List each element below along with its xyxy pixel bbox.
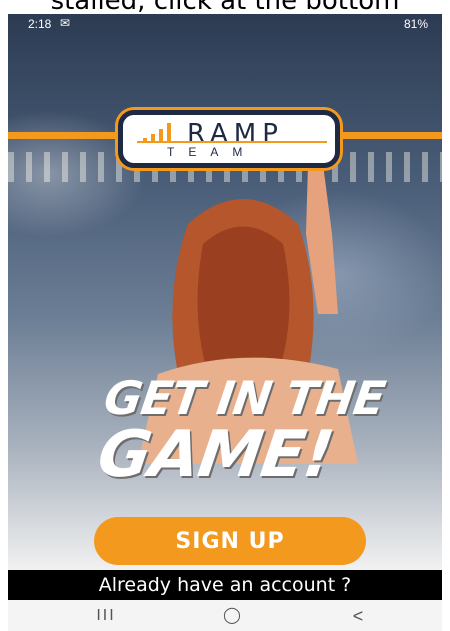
hero-headline: GET IN THE GAME! [92,371,408,492]
recents-icon[interactable]: III [86,603,126,629]
already-have-account-link[interactable]: Already have an account ? [8,570,442,600]
home-icon[interactable]: ◯ [212,603,252,629]
sign-up-button[interactable]: SIGN UP [94,517,366,565]
phone-screen: 2:18 ✉ 81% RAMP TEAM GET IN THE GAME! SI… [8,14,442,631]
logo-mark-icon [143,123,171,143]
logo-underline [137,141,327,143]
system-navigation-bar: III ◯ < [8,600,442,631]
back-icon[interactable]: < [338,603,378,629]
status-time: 2:18 [28,17,52,31]
mail-icon: ✉ [60,16,71,30]
battery-level: 81% [403,17,428,31]
headline-line-2: GAME! [93,418,338,492]
ramp-team-logo: RAMP TEAM [118,110,340,168]
logo-team-text: TEAM [167,145,257,159]
headline-line-1: GET IN THE [100,371,388,425]
status-bar: 2:18 ✉ 81% [8,14,442,34]
